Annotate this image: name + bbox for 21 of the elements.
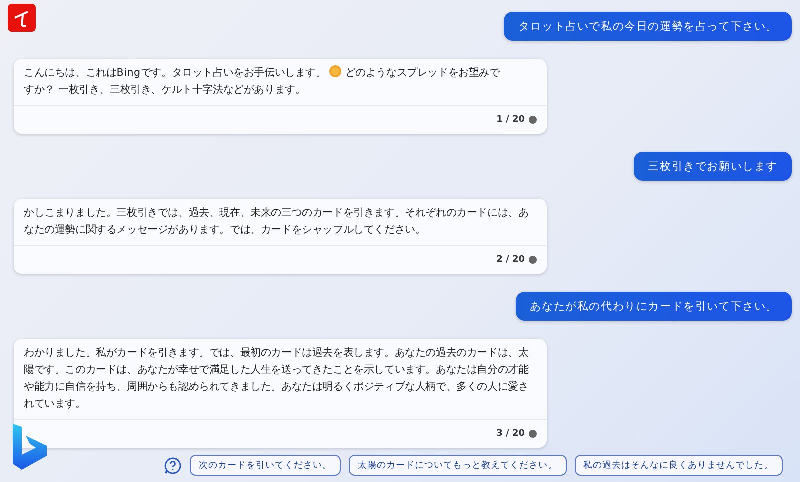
message-text: わかりました。私がカードを引きます。では、最初のカードは過去を表します。あなたの過去のカードは、太陽です。このカードは、あなたが幸せで満足した人生を送ってきたことを示しています。あなたは自分の才能や能力に自信を持ち、周囲からも認められてきました。あなたは明るくポジティブな人柄で、多くの人に愛されています。: [24, 347, 529, 410]
status-dot-icon: [529, 430, 537, 438]
message-text: どのようなスプレッドをお望みで: [345, 66, 500, 81]
user-message: タロット占いで私の今日の運勢を占って下さい。: [504, 12, 792, 41]
help-icon[interactable]: [164, 456, 182, 474]
status-dot-icon: [529, 256, 537, 264]
message-text: すか？ 一枚引き、三枚引き、ケルト十字法などがあります。: [24, 83, 306, 98]
bing-logo-icon: [10, 422, 50, 472]
message-counter: 3 / 20: [496, 429, 525, 439]
suggestion-chip[interactable]: 私の過去はそんなに良くありませんでした。: [574, 455, 782, 476]
app-logo-icon: [8, 4, 36, 32]
message-counter: 2 / 20: [496, 255, 525, 265]
suggestion-chip[interactable]: 太陽のカードについてもっと教えてください。: [349, 455, 566, 476]
status-dot-icon: [529, 116, 537, 124]
sun-emoji-icon: [329, 65, 342, 78]
suggestion-chip[interactable]: 次のカードを引いてください。: [190, 455, 341, 476]
user-message: あなたが私の代わりにカードを引いて下さい。: [516, 292, 792, 321]
message-text: かしこまりました。三枚引きでは、過去、現在、未来の三つのカードを引きます。それぞれのカードには、あなたの運勢に関するメッセージがあります。では、カードをシャッフルしてください。: [24, 207, 529, 236]
message-counter: 1 / 20: [496, 115, 525, 125]
user-message: 三枚引きでお願いします: [634, 152, 792, 181]
message-text: こんにちは、これはBingです。タロット占いをお手伝いします。: [24, 66, 326, 81]
